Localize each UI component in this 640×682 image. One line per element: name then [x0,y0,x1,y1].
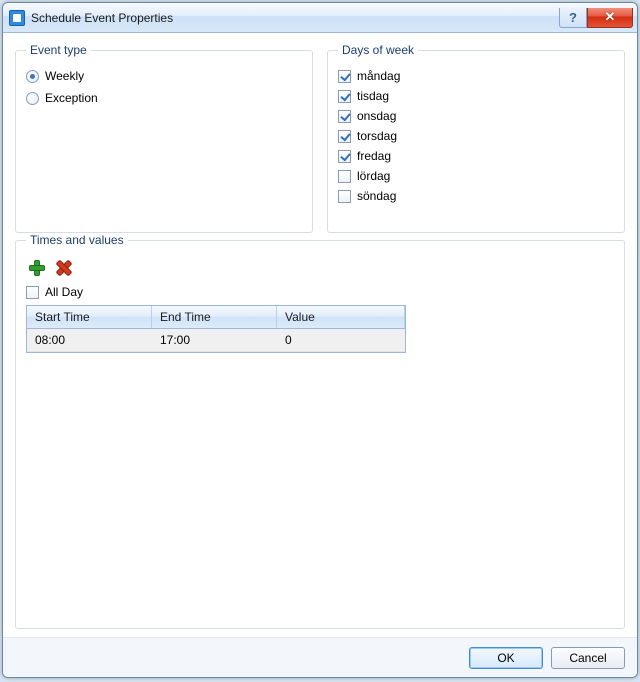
event-type-label: Weekly [45,69,84,83]
col-value[interactable]: Value [277,306,405,328]
times-values-group: Times and values All Day Start Tim [15,233,625,629]
grid-header: Start Time End Time Value [27,306,405,329]
day-saturday[interactable]: lördag [338,169,614,183]
checkbox-icon [338,170,351,183]
days-of-week-group: Days of week måndag tisdag onsdag [327,43,625,233]
cancel-label: Cancel [569,651,606,665]
times-legend: Times and values [26,233,128,247]
top-row: Event type Weekly Exception Days of week [15,43,625,233]
all-day-label: All Day [45,285,83,299]
add-button[interactable] [26,257,46,277]
day-tuesday[interactable]: tisdag [338,89,614,103]
checkbox-icon [338,90,351,103]
ok-label: OK [497,651,514,665]
delete-button[interactable] [52,257,72,277]
times-grid: Start Time End Time Value 08:00 17:00 0 [26,305,406,353]
event-type-exception[interactable]: Exception [26,91,302,105]
all-day-checkbox[interactable]: All Day [26,285,614,299]
event-type-label: Exception [45,91,98,105]
day-label: söndag [357,189,396,203]
day-label: fredag [357,149,391,163]
ok-button[interactable]: OK [469,647,543,669]
dialog-body: Event type Weekly Exception Days of week [3,33,637,637]
checkbox-icon [338,190,351,203]
days-list: måndag tisdag onsdag torsdag [338,69,614,203]
checkbox-icon [26,286,39,299]
day-thursday[interactable]: torsdag [338,129,614,143]
help-button[interactable]: ? [559,8,587,28]
checkbox-icon [338,150,351,163]
checkbox-icon [338,130,351,143]
cell-start-time: 08:00 [27,329,152,351]
plus-icon [28,259,44,275]
dialog-footer: OK Cancel [3,637,637,677]
titlebar: Schedule Event Properties ? ✕ [3,3,637,33]
day-monday[interactable]: måndag [338,69,614,83]
days-legend: Days of week [338,43,418,57]
event-type-options: Weekly Exception [26,69,302,105]
close-button[interactable]: ✕ [587,8,633,28]
event-type-legend: Event type [26,43,91,57]
event-type-weekly[interactable]: Weekly [26,69,302,83]
day-label: måndag [357,69,400,83]
col-start-time[interactable]: Start Time [27,306,152,328]
cell-value: 0 [277,329,405,351]
checkbox-icon [338,110,351,123]
app-icon [9,10,25,26]
radio-icon [26,70,39,83]
dialog-window: Schedule Event Properties ? ✕ Event type… [2,2,638,678]
col-end-time[interactable]: End Time [152,306,277,328]
event-type-group: Event type Weekly Exception [15,43,313,233]
checkbox-icon [338,70,351,83]
day-friday[interactable]: fredag [338,149,614,163]
window-title: Schedule Event Properties [31,11,559,25]
radio-icon [26,92,39,105]
day-label: lördag [357,169,390,183]
day-label: tisdag [357,89,389,103]
day-sunday[interactable]: söndag [338,189,614,203]
day-label: torsdag [357,129,397,143]
table-row[interactable]: 08:00 17:00 0 [27,329,405,352]
day-wednesday[interactable]: onsdag [338,109,614,123]
day-label: onsdag [357,109,396,123]
cancel-button[interactable]: Cancel [551,647,625,669]
times-toolbar [26,255,614,283]
delete-icon [54,259,70,275]
cell-end-time: 17:00 [152,329,277,351]
